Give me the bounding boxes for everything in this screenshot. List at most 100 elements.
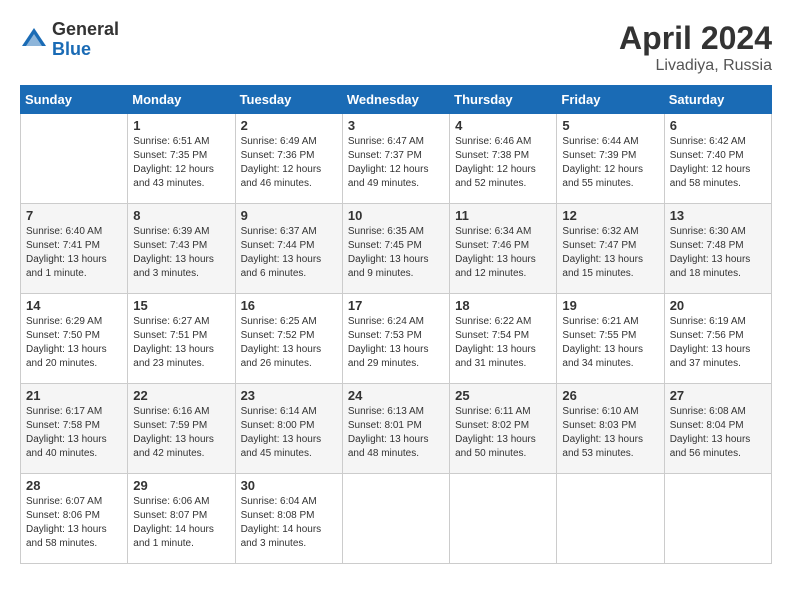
day-info: Sunrise: 6:13 AM Sunset: 8:01 PM Dayligh… xyxy=(348,405,444,461)
day-number: 25 xyxy=(455,388,551,403)
logo: General Blue xyxy=(20,20,119,60)
day-info: Sunrise: 6:07 AM Sunset: 8:06 PM Dayligh… xyxy=(26,495,122,551)
day-info: Sunrise: 6:30 AM Sunset: 7:48 PM Dayligh… xyxy=(670,225,766,281)
calendar-cell: 26Sunrise: 6:10 AM Sunset: 8:03 PM Dayli… xyxy=(557,384,664,474)
day-number: 18 xyxy=(455,298,551,313)
day-info: Sunrise: 6:04 AM Sunset: 8:08 PM Dayligh… xyxy=(241,495,337,551)
day-info: Sunrise: 6:06 AM Sunset: 8:07 PM Dayligh… xyxy=(133,495,229,551)
calendar-cell: 9 Sunrise: 6:37 AM Sunset: 7:44 PM Daylig… xyxy=(235,204,342,294)
calendar-cell: 15 Sunrise: 6:27 AM Sunset: 7:51 PM Dayli… xyxy=(128,294,235,384)
logo-blue: Blue xyxy=(52,40,119,60)
day-number: 28 xyxy=(26,478,122,493)
calendar-cell: 30 Sunrise: 6:04 AM Sunset: 8:08 PM Dayli… xyxy=(235,474,342,564)
calendar-cell: 14 Sunrise: 6:29 AM Sunset: 7:50 PM Dayli… xyxy=(21,294,128,384)
weekday-header-tuesday: Tuesday xyxy=(235,86,342,114)
calendar-cell: 6Sunrise: 6:42 AM Sunset: 7:40 PM Daylig… xyxy=(664,114,771,204)
day-number: 22 xyxy=(133,388,229,403)
day-number: 12 xyxy=(562,208,658,223)
day-info: Sunrise: 6:34 AM Sunset: 7:46 PM Dayligh… xyxy=(455,225,551,281)
day-info: Sunrise: 6:19 AM Sunset: 7:56 PM Dayligh… xyxy=(670,315,766,371)
day-info: Sunrise: 6:49 AM Sunset: 7:36 PM Dayligh… xyxy=(241,135,337,191)
logo-text: General Blue xyxy=(52,20,119,60)
day-number: 4 xyxy=(455,118,551,133)
day-info: Sunrise: 6:46 AM Sunset: 7:38 PM Dayligh… xyxy=(455,135,551,191)
day-info: Sunrise: 6:40 AM Sunset: 7:41 PM Dayligh… xyxy=(26,225,122,281)
calendar-week-row: 14 Sunrise: 6:29 AM Sunset: 7:50 PM Dayli… xyxy=(21,294,772,384)
day-number: 20 xyxy=(670,298,766,313)
day-number: 27 xyxy=(670,388,766,403)
day-number: 16 xyxy=(241,298,337,313)
calendar-week-row: 28 Sunrise: 6:07 AM Sunset: 8:06 PM Dayli… xyxy=(21,474,772,564)
calendar-cell: 13 Sunrise: 6:30 AM Sunset: 7:48 PM Dayli… xyxy=(664,204,771,294)
calendar-cell: 21Sunrise: 6:17 AM Sunset: 7:58 PM Dayli… xyxy=(21,384,128,474)
calendar-cell: 20 Sunrise: 6:19 AM Sunset: 7:56 PM Dayli… xyxy=(664,294,771,384)
calendar-cell: 11Sunrise: 6:34 AM Sunset: 7:46 PM Dayli… xyxy=(450,204,557,294)
day-number: 6 xyxy=(670,118,766,133)
calendar-week-row: 1Sunrise: 6:51 AM Sunset: 7:35 PM Daylig… xyxy=(21,114,772,204)
calendar-cell: 12 Sunrise: 6:32 AM Sunset: 7:47 PM Dayli… xyxy=(557,204,664,294)
calendar-cell: 23 Sunrise: 6:14 AM Sunset: 8:00 PM Dayli… xyxy=(235,384,342,474)
weekday-header-wednesday: Wednesday xyxy=(342,86,449,114)
weekday-header-friday: Friday xyxy=(557,86,664,114)
day-info: Sunrise: 6:11 AM Sunset: 8:02 PM Dayligh… xyxy=(455,405,551,461)
day-number: 26 xyxy=(562,388,658,403)
day-number: 2 xyxy=(241,118,337,133)
day-info: Sunrise: 6:17 AM Sunset: 7:58 PM Dayligh… xyxy=(26,405,122,461)
day-number: 24 xyxy=(348,388,444,403)
day-number: 23 xyxy=(241,388,337,403)
day-number: 15 xyxy=(133,298,229,313)
calendar-cell: 29 Sunrise: 6:06 AM Sunset: 8:07 PM Dayli… xyxy=(128,474,235,564)
month-year: April 2024 xyxy=(619,20,772,57)
calendar-cell: 5Sunrise: 6:44 AM Sunset: 7:39 PM Daylig… xyxy=(557,114,664,204)
day-info: Sunrise: 6:39 AM Sunset: 7:43 PM Dayligh… xyxy=(133,225,229,281)
day-number: 30 xyxy=(241,478,337,493)
calendar-cell: 8 Sunrise: 6:39 AM Sunset: 7:43 PM Daylig… xyxy=(128,204,235,294)
day-info: Sunrise: 6:21 AM Sunset: 7:55 PM Dayligh… xyxy=(562,315,658,371)
calendar-cell xyxy=(557,474,664,564)
day-info: Sunrise: 6:16 AM Sunset: 7:59 PM Dayligh… xyxy=(133,405,229,461)
calendar-cell: 4 Sunrise: 6:46 AM Sunset: 7:38 PM Daylig… xyxy=(450,114,557,204)
day-info: Sunrise: 6:22 AM Sunset: 7:54 PM Dayligh… xyxy=(455,315,551,371)
day-number: 13 xyxy=(670,208,766,223)
day-info: Sunrise: 6:35 AM Sunset: 7:45 PM Dayligh… xyxy=(348,225,444,281)
day-info: Sunrise: 6:08 AM Sunset: 8:04 PM Dayligh… xyxy=(670,405,766,461)
calendar-cell: 25 Sunrise: 6:11 AM Sunset: 8:02 PM Dayli… xyxy=(450,384,557,474)
day-number: 8 xyxy=(133,208,229,223)
calendar-cell xyxy=(664,474,771,564)
logo-general: General xyxy=(52,20,119,40)
day-info: Sunrise: 6:37 AM Sunset: 7:44 PM Dayligh… xyxy=(241,225,337,281)
day-info: Sunrise: 6:47 AM Sunset: 7:37 PM Dayligh… xyxy=(348,135,444,191)
weekday-header-saturday: Saturday xyxy=(664,86,771,114)
day-number: 7 xyxy=(26,208,122,223)
logo-icon xyxy=(20,26,48,54)
day-info: Sunrise: 6:14 AM Sunset: 8:00 PM Dayligh… xyxy=(241,405,337,461)
calendar-cell: 24 Sunrise: 6:13 AM Sunset: 8:01 PM Dayli… xyxy=(342,384,449,474)
calendar-cell: 16 Sunrise: 6:25 AM Sunset: 7:52 PM Dayli… xyxy=(235,294,342,384)
calendar-cell: 10 Sunrise: 6:35 AM Sunset: 7:45 PM Dayli… xyxy=(342,204,449,294)
weekday-header-thursday: Thursday xyxy=(450,86,557,114)
day-info: Sunrise: 6:44 AM Sunset: 7:39 PM Dayligh… xyxy=(562,135,658,191)
day-info: Sunrise: 6:32 AM Sunset: 7:47 PM Dayligh… xyxy=(562,225,658,281)
title-block: April 2024 Livadiya, Russia xyxy=(619,20,772,75)
day-number: 3 xyxy=(348,118,444,133)
weekday-header-sunday: Sunday xyxy=(21,86,128,114)
day-number: 19 xyxy=(562,298,658,313)
calendar-cell: 7 Sunrise: 6:40 AM Sunset: 7:41 PM Daylig… xyxy=(21,204,128,294)
day-number: 14 xyxy=(26,298,122,313)
day-info: Sunrise: 6:27 AM Sunset: 7:51 PM Dayligh… xyxy=(133,315,229,371)
day-info: Sunrise: 6:24 AM Sunset: 7:53 PM Dayligh… xyxy=(348,315,444,371)
calendar-cell: 2 Sunrise: 6:49 AM Sunset: 7:36 PM Daylig… xyxy=(235,114,342,204)
calendar-cell: 18 Sunrise: 6:22 AM Sunset: 7:54 PM Dayli… xyxy=(450,294,557,384)
calendar-cell: 17Sunrise: 6:24 AM Sunset: 7:53 PM Dayli… xyxy=(342,294,449,384)
day-info: Sunrise: 6:29 AM Sunset: 7:50 PM Dayligh… xyxy=(26,315,122,371)
calendar-table: SundayMondayTuesdayWednesdayThursdayFrid… xyxy=(20,85,772,564)
calendar-cell: 19 Sunrise: 6:21 AM Sunset: 7:55 PM Dayli… xyxy=(557,294,664,384)
day-number: 9 xyxy=(241,208,337,223)
weekday-header-monday: Monday xyxy=(128,86,235,114)
weekday-header-row: SundayMondayTuesdayWednesdayThursdayFrid… xyxy=(21,86,772,114)
day-info: Sunrise: 6:25 AM Sunset: 7:52 PM Dayligh… xyxy=(241,315,337,371)
calendar-cell xyxy=(342,474,449,564)
day-number: 29 xyxy=(133,478,229,493)
calendar-cell: 1Sunrise: 6:51 AM Sunset: 7:35 PM Daylig… xyxy=(128,114,235,204)
day-number: 10 xyxy=(348,208,444,223)
